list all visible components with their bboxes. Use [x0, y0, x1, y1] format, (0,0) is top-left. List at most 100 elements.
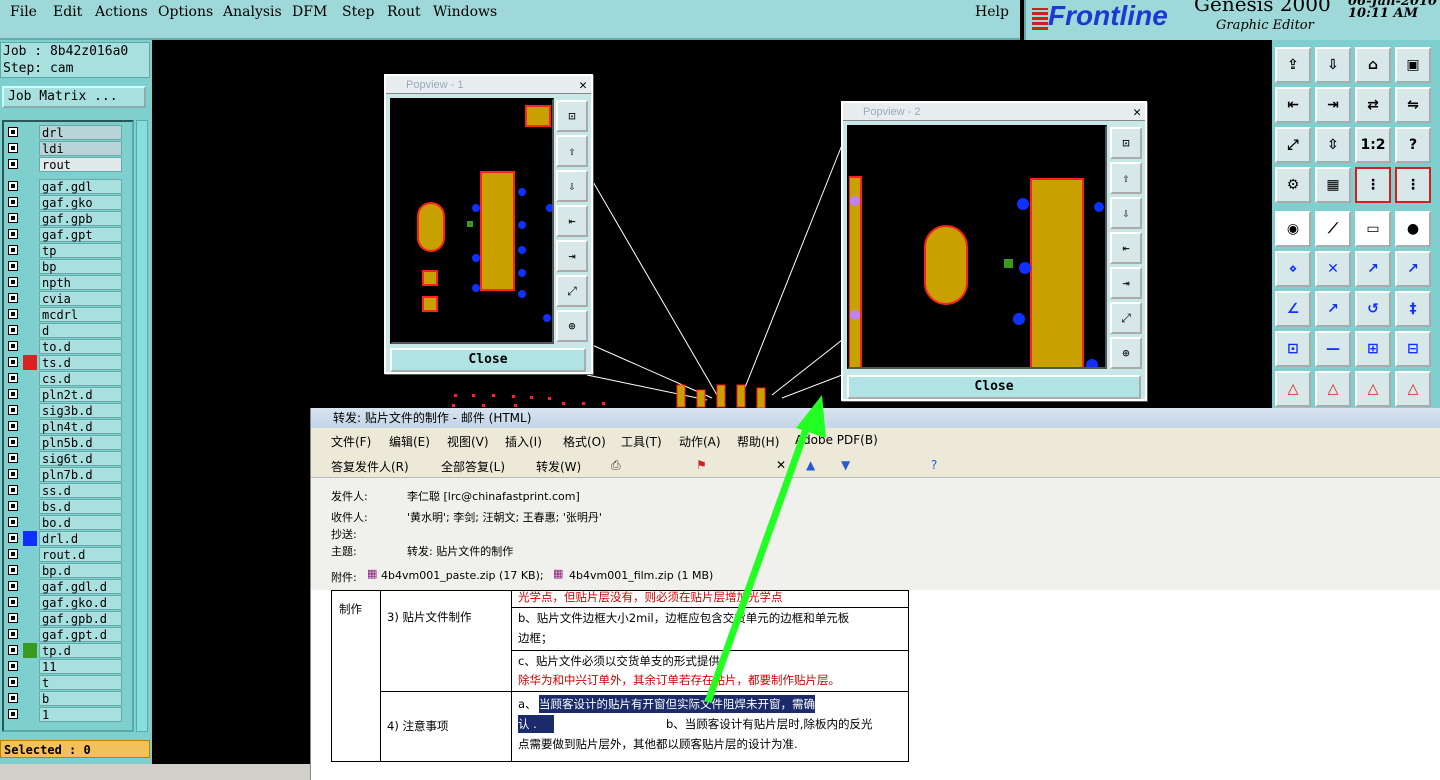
layer-row-bp.d[interactable]: bp.d — [4, 563, 124, 578]
email-menu-actions[interactable]: 动作(A) — [679, 433, 721, 450]
layer-row-tp[interactable]: tp — [4, 243, 124, 258]
layer-row-gaf.gdl[interactable]: gaf.gdl — [4, 179, 124, 194]
layer-name[interactable]: drl.d — [39, 531, 122, 546]
layer-row-drl.d[interactable]: drl.d — [4, 531, 124, 546]
layer-checkbox[interactable] — [8, 213, 18, 223]
layer-name[interactable]: bs.d — [39, 499, 122, 514]
email-titlebar[interactable]: 转发: 贴片文件的制作 - 邮件 (HTML) — [311, 408, 1440, 428]
layer-checkbox[interactable] — [8, 181, 18, 191]
layer-checkbox[interactable] — [8, 453, 18, 463]
layer-checkbox[interactable] — [8, 597, 18, 607]
layer-checkbox[interactable] — [8, 341, 18, 351]
flag-icon[interactable]: ⚑ — [696, 458, 707, 472]
layer-checkbox[interactable] — [8, 229, 18, 239]
attachment-2[interactable]: 4b4vm001_film.zip (1 MB) — [569, 569, 713, 582]
layer-name[interactable]: pln2t.d — [39, 387, 122, 402]
popview-1-view[interactable] — [390, 98, 554, 344]
layer-checkbox[interactable] — [8, 709, 18, 719]
layer-name[interactable]: t — [39, 675, 122, 690]
layer-checkbox[interactable] — [8, 357, 18, 367]
tool-button-12[interactable]: ? — [1395, 127, 1431, 163]
layer-checkbox[interactable] — [8, 581, 18, 591]
layer-row-pln5b.d[interactable]: pln5b.d — [4, 435, 124, 450]
tool-button-25[interactable]: ∠ — [1275, 291, 1311, 327]
layer-scrollbar[interactable] — [136, 120, 148, 732]
layer-checkbox[interactable] — [8, 405, 18, 415]
layer-row-1[interactable]: 1 — [4, 707, 124, 722]
row2-a-selected[interactable]: 当顾客设计的贴片有开窗但实际文件阻焊未开窗，需确 — [539, 695, 815, 713]
layer-name[interactable]: cvia — [39, 291, 122, 306]
layer-checkbox[interactable] — [8, 143, 18, 153]
tool-button-4[interactable]: ▣ — [1395, 47, 1431, 83]
tool-button-22[interactable]: ✕ — [1315, 251, 1351, 287]
tool-button-5[interactable]: ⇤ — [1275, 87, 1311, 123]
popview-2-titlebar[interactable]: Popview - 2 — [843, 103, 1145, 121]
popview-1-close-icon[interactable]: ✕ — [579, 78, 587, 93]
layer-name[interactable]: sig6t.d — [39, 451, 122, 466]
email-menu-edit[interactable]: 编辑(E) — [389, 433, 430, 450]
layer-row-gaf.gpt[interactable]: gaf.gpt — [4, 227, 124, 242]
layer-row-sig6t.d[interactable]: sig6t.d — [4, 451, 124, 466]
menu-options[interactable]: Options — [158, 4, 213, 20]
layer-name[interactable]: ts.d — [39, 355, 122, 370]
layer-checkbox[interactable] — [8, 245, 18, 255]
attachment-1[interactable]: 4b4vm001_paste.zip (17 KB); — [381, 569, 544, 582]
layer-name[interactable]: pln5b.d — [39, 435, 122, 450]
tool-button-15[interactable]: ⋮ — [1355, 167, 1391, 203]
popview-tool-button[interactable]: ⇥ — [556, 240, 588, 272]
layer-checkbox[interactable] — [8, 533, 18, 543]
layer-row-tp.d[interactable]: tp.d — [4, 643, 124, 658]
layer-checkbox[interactable] — [8, 437, 18, 447]
popview-tool-button[interactable]: ⊡ — [556, 100, 588, 132]
popview-tool-button[interactable]: ⇤ — [1110, 232, 1142, 264]
layer-checkbox[interactable] — [8, 677, 18, 687]
layer-row-gaf.gko[interactable]: gaf.gko — [4, 195, 124, 210]
previous-icon[interactable]: ▲ — [806, 458, 815, 472]
layer-checkbox[interactable] — [8, 485, 18, 495]
popview-2-view[interactable] — [847, 125, 1107, 369]
layer-name[interactable]: bo.d — [39, 515, 122, 530]
layer-row-d[interactable]: d — [4, 323, 124, 338]
menu-step[interactable]: Step — [342, 4, 374, 20]
layer-row-gaf.gko.d[interactable]: gaf.gko.d — [4, 595, 124, 610]
layer-name[interactable]: gaf.gpt.d — [39, 627, 122, 642]
menu-windows[interactable]: Windows — [433, 4, 497, 20]
layer-name[interactable]: gaf.gdl.d — [39, 579, 122, 594]
forward-button[interactable]: 转发(W) — [536, 458, 581, 475]
reply-all-button[interactable]: 全部答复(L) — [441, 458, 505, 475]
popview-tool-button[interactable]: ⇥ — [1110, 267, 1142, 299]
layer-row-pln2t.d[interactable]: pln2t.d — [4, 387, 124, 402]
tool-button-27[interactable]: ↺ — [1355, 291, 1391, 327]
popview-tool-button[interactable]: ⤢ — [556, 275, 588, 307]
layer-row-b[interactable]: b — [4, 691, 124, 706]
email-menu-adobe-pdf[interactable]: Adobe PDF(B) — [795, 433, 878, 447]
popview-tool-button[interactable]: ⊡ — [1110, 127, 1142, 159]
layer-checkbox[interactable] — [8, 261, 18, 271]
tool-button-31[interactable]: ⊞ — [1355, 331, 1391, 367]
menu-rout[interactable]: Rout — [387, 4, 421, 20]
layer-name[interactable]: rout — [39, 157, 122, 172]
tool-button-6[interactable]: ⇥ — [1315, 87, 1351, 123]
menu-edit[interactable]: Edit — [53, 4, 82, 20]
email-menu-insert[interactable]: 插入(I) — [505, 433, 542, 450]
layer-name[interactable]: gaf.gdl — [39, 179, 122, 194]
tool-button-34[interactable]: △ — [1315, 371, 1351, 407]
layer-checkbox[interactable] — [8, 517, 18, 527]
layer-row-cs.d[interactable]: cs.d — [4, 371, 124, 386]
email-menu-help[interactable]: 帮助(H) — [737, 433, 779, 450]
layer-name[interactable]: tp.d — [39, 643, 122, 658]
delete-icon[interactable]: ✕ — [776, 458, 786, 472]
popview-tool-button[interactable]: ⊕ — [556, 310, 588, 342]
layer-name[interactable]: pln7b.d — [39, 467, 122, 482]
popview-1-titlebar[interactable]: Popview - 1 — [386, 76, 591, 94]
tool-button-32[interactable]: ⊟ — [1395, 331, 1431, 367]
layer-checkbox[interactable] — [8, 277, 18, 287]
layer-row-pln7b.d[interactable]: pln7b.d — [4, 467, 124, 482]
layer-checkbox[interactable] — [8, 693, 18, 703]
layer-name[interactable]: b — [39, 691, 122, 706]
layer-name[interactable]: gaf.gko — [39, 195, 122, 210]
tool-button-29[interactable]: ⊡ — [1275, 331, 1311, 367]
next-icon[interactable]: ▼ — [841, 458, 850, 472]
layer-name[interactable]: 11 — [39, 659, 122, 674]
layer-name[interactable]: gaf.gpt — [39, 227, 122, 242]
